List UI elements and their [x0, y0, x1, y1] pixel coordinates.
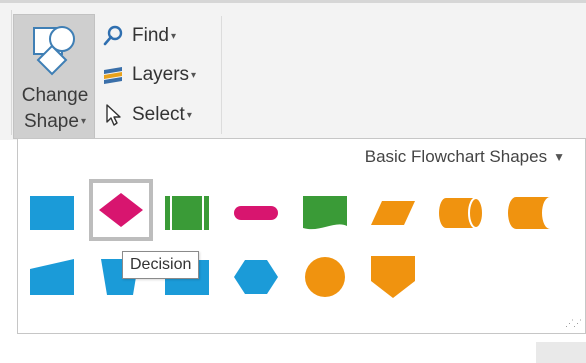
shape-stored-data[interactable] [500, 187, 558, 239]
shape-tooltip: Decision [122, 251, 200, 279]
change-shape-label-text: Shape [24, 111, 79, 132]
decision-shape-icon [99, 193, 143, 227]
category-label: Basic Flowchart Shapes [364, 147, 548, 166]
ribbon-left-edge [0, 10, 12, 135]
off-page-connector-shape-icon [371, 256, 415, 298]
stencil-category-dropdown[interactable]: Basic Flowchart Shapes ▼ [365, 147, 565, 167]
find-button[interactable]: Find ▾ [100, 21, 176, 51]
find-label: Find [132, 25, 169, 46]
change-shape-label-line2: Shape ▾ [14, 111, 96, 133]
layers-label: Layers [132, 64, 190, 85]
triangle-down-icon: ▼ [553, 150, 565, 164]
canvas-area [0, 334, 586, 363]
terminator-shape-icon [234, 206, 278, 220]
pointer-icon [100, 102, 126, 128]
shape-data[interactable] [364, 187, 422, 239]
select-button[interactable]: Select ▾ [100, 100, 192, 130]
change-shape-label-line1: Change [21, 85, 89, 106]
preparation-shape-icon [234, 260, 278, 294]
shape-process[interactable] [23, 187, 81, 239]
document-shape-icon [303, 196, 347, 230]
shape-off-page-connector[interactable] [364, 251, 422, 303]
group-separator [221, 16, 222, 134]
ribbon-top-border [0, 0, 586, 3]
chevron-down-icon: ▾ [80, 116, 86, 128]
connector-shape-icon [305, 257, 345, 297]
data-shape-icon [371, 201, 415, 225]
select-label: Select [132, 104, 185, 125]
change-shape-gallery: Basic Flowchart Shapes ▼ ⋰⋰ [17, 138, 586, 334]
ribbon: Change Shape ▾ Find ▾ Layers ▾ Select ▾ [0, 0, 586, 140]
shape-connector[interactable] [296, 251, 354, 303]
layers-icon [100, 62, 126, 88]
database-shape-icon [439, 197, 484, 229]
shape-manual-input[interactable] [23, 251, 81, 303]
shape-subprocess[interactable] [158, 187, 216, 239]
stored-data-shape-icon [508, 197, 550, 229]
manual-input-shape-icon [30, 259, 74, 295]
change-shape-icon [33, 26, 75, 76]
shape-document[interactable] [296, 187, 354, 239]
chevron-down-icon: ▾ [170, 30, 176, 42]
find-icon [100, 23, 126, 49]
change-shape-button[interactable]: Change Shape ▾ [13, 14, 95, 139]
shape-preparation[interactable] [227, 251, 285, 303]
process-shape-icon [30, 196, 74, 230]
canvas-edge [536, 342, 586, 363]
shape-terminator[interactable] [227, 187, 285, 239]
subprocess-shape-icon [165, 196, 209, 230]
chevron-down-icon: ▾ [191, 69, 197, 81]
resize-grip-icon[interactable]: ⋰⋰ [565, 318, 582, 329]
chevron-down-icon: ▾ [186, 109, 192, 121]
shape-decision[interactable] [89, 179, 153, 241]
shape-database[interactable] [432, 187, 490, 239]
layers-button[interactable]: Layers ▾ [100, 60, 196, 90]
